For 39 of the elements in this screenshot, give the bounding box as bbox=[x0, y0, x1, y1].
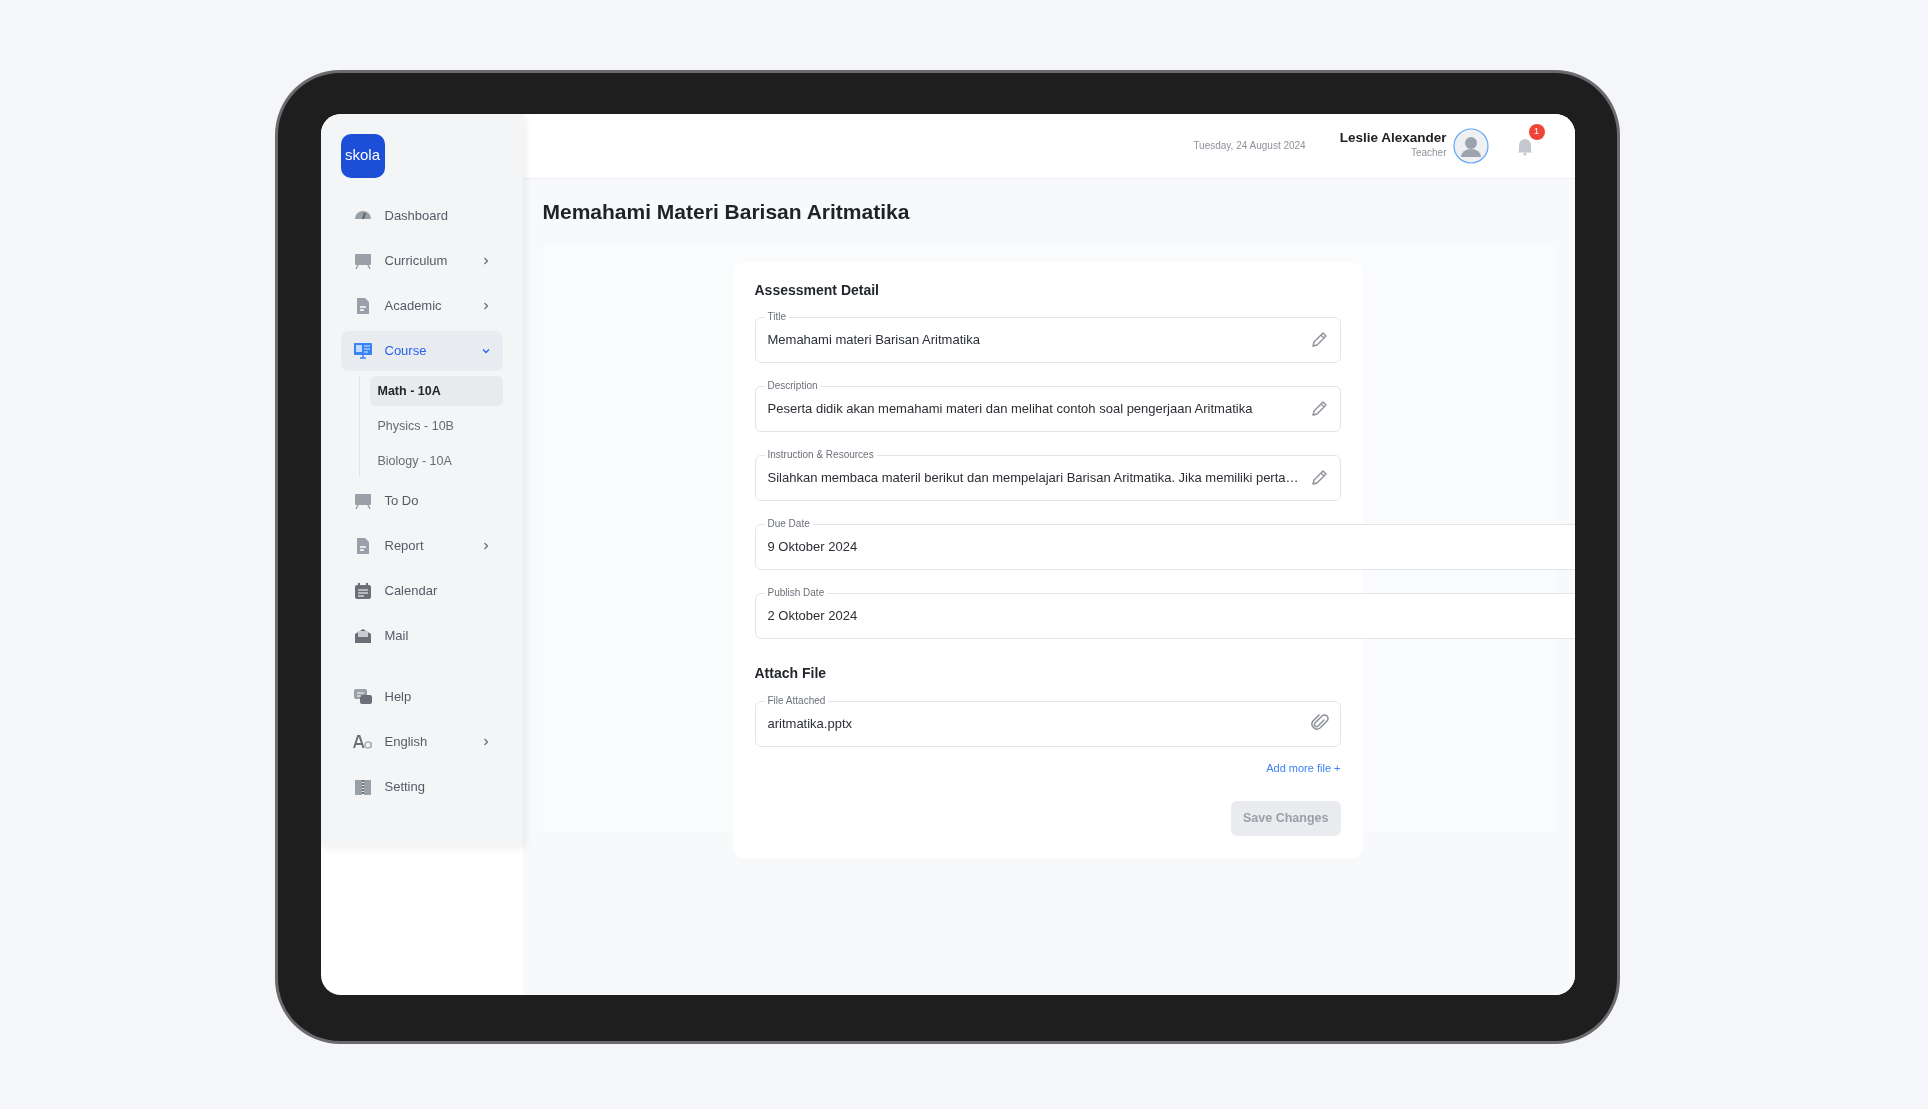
nav-item[interactable]: Dashboard bbox=[340, 195, 503, 236]
field-label: File Attached bbox=[766, 694, 827, 709]
logo: skola bbox=[340, 133, 385, 178]
nav-item[interactable]: Curriculum bbox=[340, 240, 503, 281]
file-field[interactable]: File Attached aritmatika.pptx bbox=[754, 694, 1341, 748]
nav-item[interactable]: Mail bbox=[340, 615, 503, 656]
nav-item[interactable]: To Do bbox=[340, 480, 503, 521]
field-label: Description bbox=[766, 379, 819, 394]
nav-item[interactable]: Academic bbox=[340, 285, 503, 326]
input-field[interactable]: Description Peserta didik akan memahami materi dan melihat contoh soal pengerjaan Aritmatika bbox=[754, 379, 1341, 433]
section-title: Assessment Detail bbox=[754, 281, 880, 299]
nav-item[interactable]: Calendar bbox=[340, 570, 503, 611]
avatar[interactable] bbox=[1452, 127, 1489, 164]
submenu-item[interactable]: Math - 10A bbox=[369, 375, 503, 406]
input-field[interactable]: Instruction & Resources Silahkan membaca materil berikut dan mempelajari Barisan Aritmatika. Jika memiliki perta… bbox=[754, 448, 1341, 502]
date-text: Tuesday, 24 August 2024 bbox=[1193, 139, 1306, 153]
field-label: Due Date bbox=[766, 517, 811, 532]
add-file-link[interactable]: Add more file + bbox=[1266, 762, 1341, 775]
field-label: Publish Date bbox=[766, 586, 826, 601]
nav-item[interactable]: Setting bbox=[340, 766, 503, 807]
calendar-icon bbox=[352, 580, 373, 601]
user-name: Leslie Alexander bbox=[1339, 130, 1447, 146]
field-label: Instruction & Resources bbox=[766, 448, 875, 463]
nav-item[interactable]: Course bbox=[340, 330, 503, 371]
nav-item[interactable]: Help bbox=[340, 676, 503, 717]
field-label: Title bbox=[766, 310, 788, 325]
chat-icon bbox=[352, 686, 373, 707]
submenu-item[interactable]: Biology - 10A bbox=[369, 445, 503, 476]
page-title: Memahami Materi Barisan Aritmatika bbox=[542, 198, 911, 224]
user-role: Teacher bbox=[1409, 146, 1447, 161]
submenu-item[interactable]: Physics - 10B bbox=[369, 410, 503, 441]
nav-item[interactable]: English bbox=[340, 721, 503, 762]
date-field[interactable]: Due Date 9 Oktober 2024 bbox=[754, 517, 1575, 571]
notification-badge: 1 bbox=[1528, 123, 1545, 140]
section-title: Attach File bbox=[754, 665, 828, 683]
monitor-icon bbox=[352, 340, 373, 361]
input-field[interactable]: Title Memahami materi Barisan Aritmatika bbox=[754, 310, 1341, 364]
nav-item[interactable]: Report bbox=[340, 525, 503, 566]
date-field[interactable]: Publish Date 2 Oktober 2024 bbox=[754, 586, 1575, 640]
